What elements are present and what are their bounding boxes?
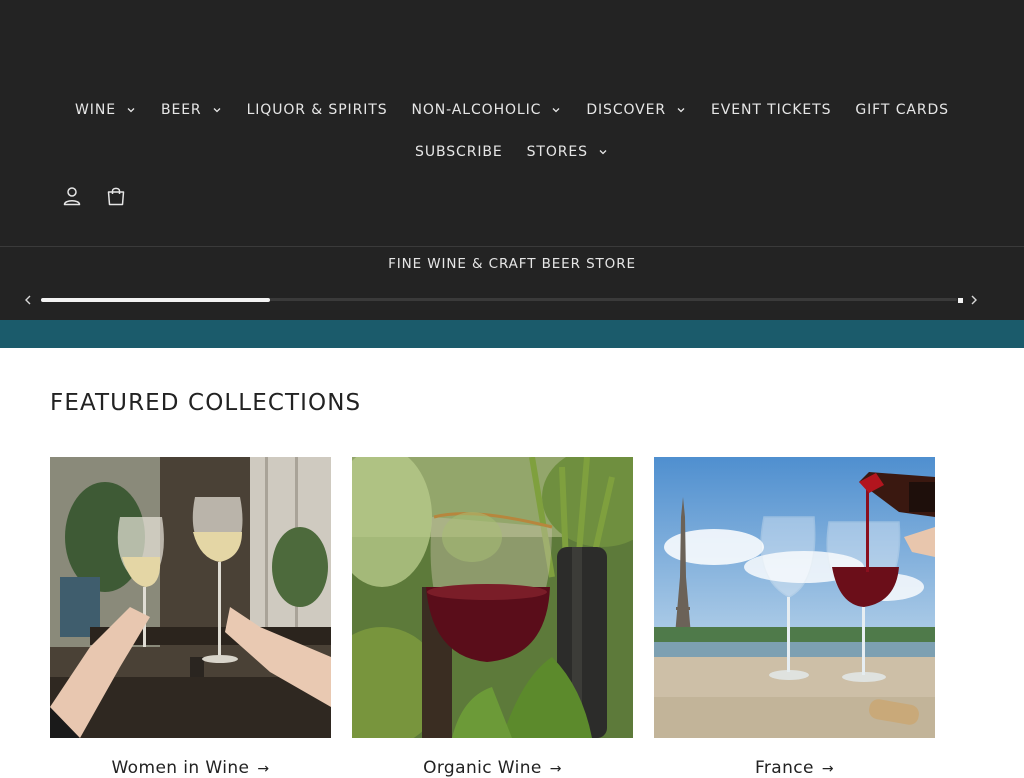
nav-label: BEER	[160, 102, 202, 118]
arrow-right-icon: →	[549, 761, 562, 777]
nav-item-non-alcoholic[interactable]: NON-ALCOHOLIC	[411, 102, 562, 118]
accent-band	[0, 320, 1024, 348]
nav-item-discover[interactable]: DISCOVER	[586, 102, 687, 118]
collection-title[interactable]: Organic Wine →	[352, 758, 633, 778]
announcement-slider-track[interactable]	[41, 298, 957, 302]
nav-label: NON-ALCOHOLIC	[411, 102, 542, 118]
collection-image[interactable]	[352, 457, 633, 738]
collection-title-text: France	[754, 758, 814, 778]
main-nav-row-1: WINE BEER LIQUOR & SPIRITS NON-ALCOHOLIC…	[0, 98, 1024, 122]
chevron-left-icon[interactable]	[22, 292, 34, 306]
nav-item-stores[interactable]: STORES	[527, 144, 609, 160]
announcement-slider-progress	[41, 298, 270, 302]
cart-icon[interactable]	[104, 184, 128, 208]
section-title: FEATURED COLLECTIONS	[50, 390, 362, 416]
collection-card-organic-wine[interactable]: Organic Wine →	[352, 457, 633, 778]
nav-label: WINE	[75, 102, 116, 118]
nav-label: DISCOVER	[586, 102, 667, 118]
arrow-right-icon: →	[257, 761, 270, 777]
header-icons	[60, 184, 128, 208]
collection-title[interactable]: Women in Wine →	[50, 758, 331, 778]
collection-card-france[interactable]: France →	[654, 457, 935, 778]
nav-label: SUBSCRIBE	[415, 144, 503, 160]
nav-item-beer[interactable]: BEER	[161, 102, 223, 118]
nav-item-subscribe[interactable]: SUBSCRIBE	[415, 144, 503, 160]
nav-item-wine[interactable]: WINE	[75, 102, 137, 118]
account-icon[interactable]	[60, 184, 84, 208]
collection-card-women-in-wine[interactable]: Women in Wine →	[50, 457, 331, 778]
nav-item-gift-cards[interactable]: GIFT CARDS	[855, 102, 949, 118]
announcement-bar: FINE WINE & CRAFT BEER STORE	[0, 246, 1024, 320]
nav-label: STORES	[526, 144, 588, 160]
main-nav-row-2: SUBSCRIBE STORES	[0, 140, 1024, 164]
chevron-down-icon	[125, 104, 137, 116]
nav-item-event-tickets[interactable]: EVENT TICKETS	[711, 102, 831, 118]
chevron-down-icon	[550, 104, 562, 116]
collection-title-text: Women in Wine	[111, 758, 250, 778]
chevron-down-icon	[675, 104, 687, 116]
nav-label: EVENT TICKETS	[711, 102, 832, 118]
nav-label: LIQUOR & SPIRITS	[246, 102, 388, 118]
collection-image[interactable]	[50, 457, 331, 738]
nav-label: GIFT CARDS	[855, 102, 949, 118]
nav-item-liquor-spirits[interactable]: LIQUOR & SPIRITS	[247, 102, 388, 118]
collection-title[interactable]: France →	[654, 758, 935, 778]
announcement-text: FINE WINE & CRAFT BEER STORE	[388, 256, 636, 272]
collection-image[interactable]	[654, 457, 935, 738]
collection-title-text: Organic Wine	[423, 758, 542, 778]
chevron-right-icon[interactable]	[968, 292, 980, 306]
site-header: WINE BEER LIQUOR & SPIRITS NON-ALCOHOLIC…	[0, 0, 1024, 246]
slider-indicator-dot	[958, 298, 963, 303]
chevron-down-icon	[211, 104, 223, 116]
chevron-down-icon	[597, 146, 609, 158]
featured-collections: Women in Wine → Organic Wine → France →	[50, 457, 935, 778]
arrow-right-icon: →	[821, 761, 835, 777]
